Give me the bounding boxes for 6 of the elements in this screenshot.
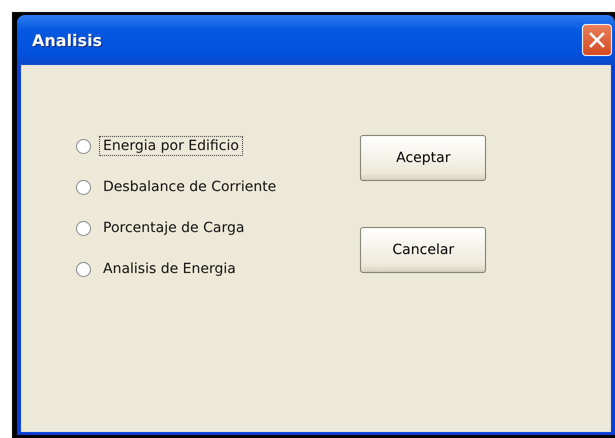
dialog-button[interactable]: Cancelar bbox=[360, 227, 486, 273]
window-title: Analisis bbox=[32, 30, 102, 50]
dialog-button[interactable]: Aceptar bbox=[360, 135, 486, 181]
radio-option[interactable]: Porcentaje de Carga bbox=[76, 217, 280, 239]
radio-option[interactable]: Analisis de Energia bbox=[76, 258, 280, 280]
radio-option[interactable]: Desbalance de Corriente bbox=[76, 176, 280, 198]
